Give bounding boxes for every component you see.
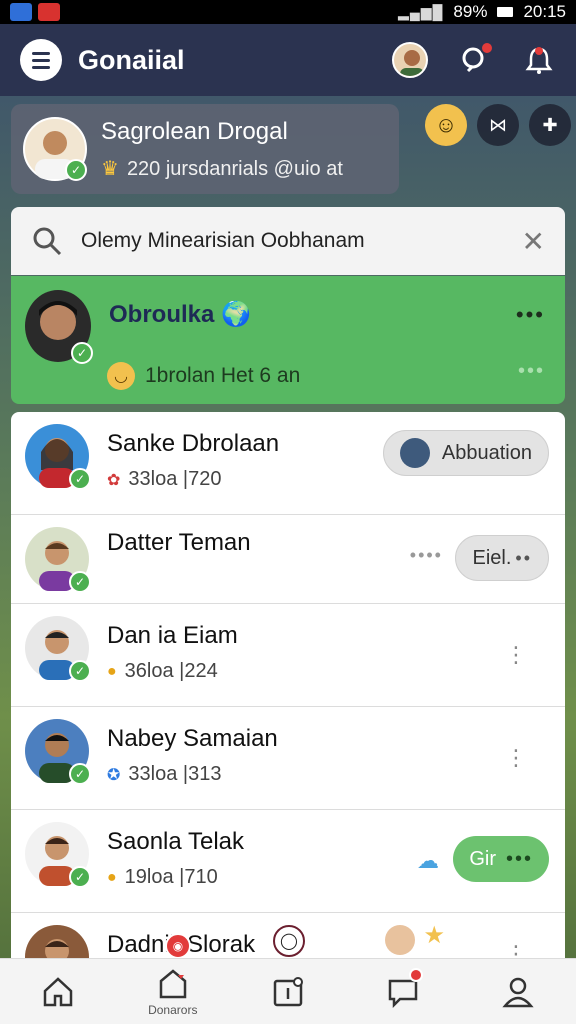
bottom-nav: Donarors [0,958,576,1024]
menu-button[interactable] [20,39,62,81]
friend-avatar [25,925,89,960]
friend-name: Nabey Samaian [107,725,278,752]
notification-dot [480,41,494,55]
emoji-button[interactable]: ☺ [425,104,467,146]
action-label: Gir [469,847,496,870]
online-badge-icon: ✓ [71,342,93,364]
list-item[interactable]: ✓ Nabey Samaian ✪ 33loa |313 ⋮ [11,707,565,810]
more-options-icon[interactable]: ••• [518,360,545,383]
nav-donors[interactable]: Donarors [143,962,203,1022]
list-item[interactable]: ✓ Dan ia Eiam ● 36loa |224 ⋮ [11,604,565,707]
friend-avatar: ✓ [25,527,91,593]
group-avatar-icon [399,438,430,468]
avatar-emoji-icon [385,925,415,955]
chat-search-button[interactable] [458,41,494,77]
nav-profile[interactable] [488,962,548,1022]
bell-icon [525,47,553,74]
profile-avatar: ✓ [23,117,87,181]
friend-meta: 19loa |710 [124,866,218,888]
star-icon: ★ [423,922,445,949]
friend-name: Dan ia Eiam [107,622,238,649]
calendar-icon [273,976,303,1006]
more-icon: •• [515,547,532,568]
online-badge-icon: ✓ [65,159,87,181]
clock: 20:15 [523,2,566,21]
search-bar[interactable]: Olemy Minearisian Oobhanam ✕ [11,207,565,275]
more-options-icon[interactable]: •••• [410,545,443,566]
action-label: Abbuation [441,441,532,464]
friend-avatar: ✓ [25,616,91,682]
profile-icon [502,977,534,1007]
highlighted-friend[interactable]: ✓ Obroulka 🌍 ◡ 1brolan Het 6 an ••• ••• [11,276,565,404]
friend-list: ✓ Sanke Dbrolaan ✿ 33loa |720 Abbuation ✓… [11,412,565,960]
battery-percent: 89% [453,2,488,21]
nav-label: Donarors [148,1002,198,1017]
friend-avatar: ✓ [25,424,91,490]
smile-icon: ◡ [107,362,135,390]
online-badge-icon: ✓ [69,660,91,682]
status-bar: ▂▄▆█ 89% 20:15 [0,0,576,24]
more-options-icon[interactable]: ⋮ [505,745,527,771]
emoji-icon: ● [107,868,117,886]
app-header: Gonaiial [0,24,576,96]
friend-name: Sanke Dbrolaan [107,430,280,457]
search-input[interactable]: Olemy Minearisian Oobhanam [81,229,365,253]
profile-card[interactable]: ✓ Sagrolean Drogal ♛ 220 jursdanrials @ui… [11,104,399,194]
friend-name: Saonla Telak [107,828,244,855]
friend-avatar: ✓ [25,822,91,888]
list-item[interactable]: Dadnili Slorak ◉ ◯ ★ ⋮ [11,913,565,960]
friend-meta: 33loa |720 [128,468,222,490]
action-button[interactable]: Gir ••• [453,836,549,882]
menu-icon [32,51,50,55]
profile-subtitle: 220 jursdanrials @uio at [126,157,343,180]
signal-icon: ▂▄▆█ [398,3,444,20]
list-item[interactable]: ✓ Datter Teman •••• Eiel. •• [11,515,565,604]
more-icon: ••• [505,847,533,870]
friend-avatar: ✓ [25,290,93,364]
app-notification-icon [10,3,32,21]
quick-actions: ☺ ⋈ ✚ [425,104,571,146]
app-title: Gonaiial [78,44,185,75]
more-options-icon[interactable]: ⋮ [505,642,527,668]
clear-search-icon[interactable]: ✕ [522,225,545,258]
list-item[interactable]: ✓ Sanke Dbrolaan ✿ 33loa |720 Abbuation [11,412,565,515]
battery-icon [497,7,514,17]
cloud-icon: ☁ [417,848,439,873]
search-icon [33,227,62,256]
heart-icon: ✿ [107,471,121,489]
status-ring-icon: ◯ [273,925,305,957]
online-badge-icon: ✓ [69,866,91,888]
online-badge-icon: ✓ [69,571,91,593]
emoji-icon: 🌍 [221,301,251,328]
list-item[interactable]: ✓ Saonla Telak ● 19loa |710 ☁ Gir ••• [11,810,565,913]
verified-icon: ✪ [107,766,121,784]
online-badge-icon: ✓ [69,763,91,785]
friend-avatar: ✓ [25,719,91,785]
app-notification-icon [38,3,60,21]
notification-dot [409,967,424,982]
notification-badge: ◉ [165,933,191,959]
friend-name: Datter Teman [107,529,251,556]
friend-meta: 36loa |224 [124,660,218,682]
profile-name: Sagrolean Drogal [101,117,288,145]
nav-messages[interactable] [373,962,433,1022]
emoji-icon: ● [107,662,117,680]
nav-calendar[interactable] [258,962,318,1022]
trophy-icon: ♛ [101,157,119,180]
nav-home[interactable] [28,962,88,1022]
user-avatar[interactable] [392,42,428,78]
more-options-icon[interactable]: ••• [516,302,545,328]
online-badge-icon: ✓ [69,468,91,490]
add-friend-button[interactable]: ✚ [529,104,571,146]
friend-meta: 33loa |313 [128,763,222,785]
share-button[interactable]: ⋈ [477,104,519,146]
store-icon [159,968,187,998]
friend-status: 1brolan Het 6 an [145,364,301,387]
notifications-button[interactable] [522,43,556,77]
action-button[interactable]: Abbuation [382,430,549,476]
action-button[interactable]: Eiel. •• [455,535,549,581]
friend-name: Obroulka [109,301,215,328]
home-icon [43,976,72,1006]
action-label: Eiel. [472,546,512,569]
